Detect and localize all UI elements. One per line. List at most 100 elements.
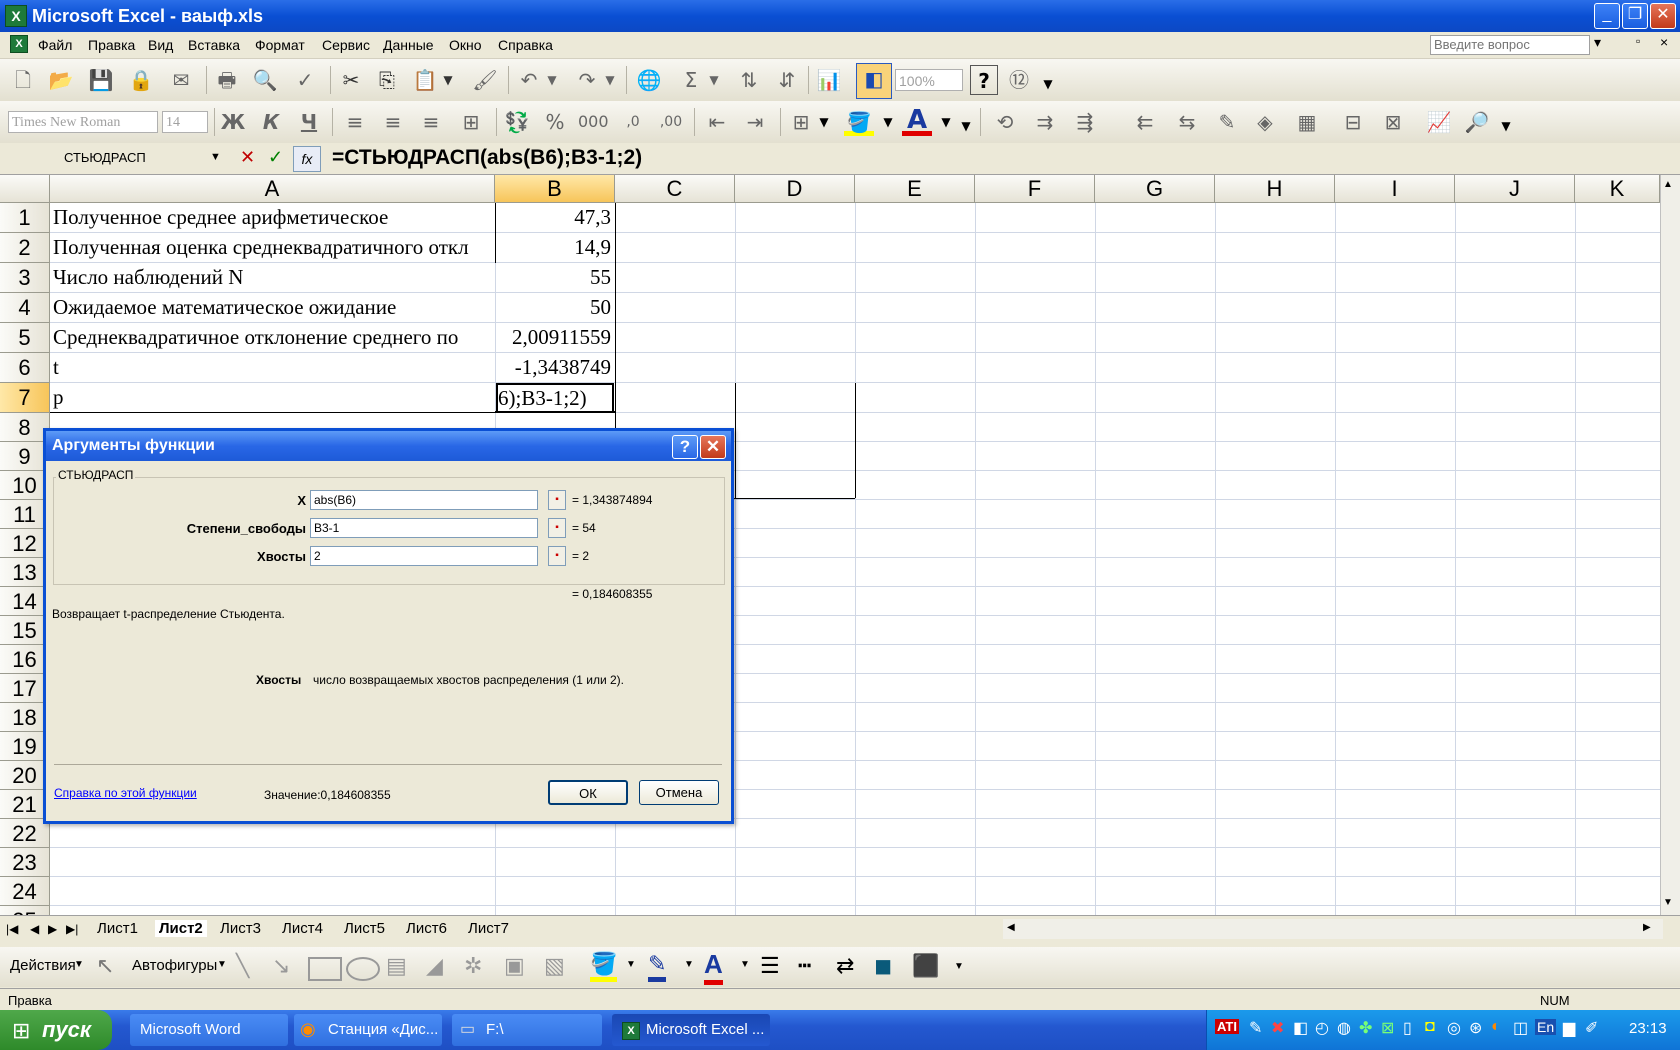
print-preview-icon[interactable]: 🔍	[250, 65, 280, 95]
column-header-a[interactable]: A	[50, 175, 495, 203]
font-color-icon[interactable]: A	[902, 105, 932, 136]
sheet-tab[interactable]: Лист6	[406, 920, 447, 937]
chart-icon[interactable]: 📈	[1424, 107, 1454, 137]
redo-dropdown-icon[interactable]: ▼	[602, 65, 618, 95]
font-size-combo[interactable]: 14	[162, 111, 208, 133]
save-icon[interactable]: 💾	[86, 65, 116, 95]
tray-icon[interactable]: ▯	[1403, 1018, 1412, 1038]
dash-style-icon[interactable]: ┅	[798, 953, 811, 979]
column-header-i[interactable]: I	[1335, 175, 1455, 203]
currency-icon[interactable]: 💱	[502, 107, 532, 137]
sort-descending-icon[interactable]: ⇵	[772, 65, 802, 95]
bold-button[interactable]: Ж	[218, 107, 248, 137]
taskbar-station[interactable]: Станция «Дис...	[294, 1014, 442, 1046]
evaluate-formula-icon[interactable]: ⊠	[1378, 107, 1408, 137]
shadow-icon[interactable]: ◼	[874, 953, 892, 979]
comment-icon[interactable]: ✎	[1212, 107, 1242, 137]
tray-icon[interactable]: ◐	[1491, 1018, 1501, 1036]
menu-edit[interactable]: Правка	[88, 37, 135, 53]
clipart-icon[interactable]: ▣	[504, 953, 525, 979]
ok-button[interactable]: ОК	[548, 780, 628, 805]
tray-icon[interactable]: ◧	[1293, 1018, 1308, 1038]
zoom-combo[interactable]: 100%	[895, 69, 963, 91]
cell-a7[interactable]: p	[53, 383, 493, 413]
rectangle-icon[interactable]	[308, 957, 342, 981]
fill-color-dropdown-icon[interactable]: ▼	[880, 107, 896, 137]
last-sheet-icon[interactable]: ▶|	[66, 922, 78, 936]
arg-df-input[interactable]	[310, 518, 538, 538]
sheet-tab[interactable]: Лист3	[220, 920, 261, 937]
prev-sheet-icon[interactable]: ◀	[30, 922, 39, 936]
tray-icon[interactable]: ◫	[1513, 1018, 1528, 1038]
taskbar-word[interactable]: Microsoft Word	[130, 1014, 288, 1046]
font-color-draw-dropdown-icon[interactable]: ▼	[740, 959, 750, 970]
tray-icon[interactable]: ✖	[1271, 1018, 1284, 1038]
close-button[interactable]: ✕	[1650, 3, 1676, 29]
column-header-g[interactable]: G	[1095, 175, 1215, 203]
cell-a5[interactable]: Среднеквадратичное отклонение среднего п…	[53, 323, 493, 353]
print-icon[interactable]: 🖶	[212, 65, 242, 95]
scroll-right-icon[interactable]: ▶	[1643, 922, 1651, 933]
paste-icon[interactable]: 📋	[410, 65, 440, 95]
column-header-k[interactable]: K	[1575, 175, 1660, 203]
open-icon[interactable]: 📂	[46, 65, 76, 95]
autosum-dropdown-icon[interactable]: ▼	[706, 65, 722, 95]
trace-error-icon[interactable]: ⇇	[1130, 107, 1160, 137]
sheet-tab-active[interactable]: Лист2	[155, 920, 207, 937]
clear-circles-icon[interactable]: ▦	[1292, 107, 1322, 137]
insert-function-button[interactable]: fx	[293, 146, 321, 172]
hyperlink-icon[interactable]: 🌐	[634, 65, 664, 95]
new-icon[interactable]: 🗋	[8, 65, 38, 95]
tray-icon[interactable]: ✤	[1359, 1018, 1372, 1038]
line-style-icon[interactable]: ☰	[760, 953, 780, 979]
textbox-icon[interactable]: ▤	[386, 953, 407, 979]
cell-a1[interactable]: Полученное среднее арифметическое	[53, 203, 493, 233]
cell-b5[interactable]: 2,00911559	[497, 323, 611, 353]
zoom-icon[interactable]: 🔎	[1462, 107, 1492, 137]
row-header[interactable]: 2	[0, 233, 50, 263]
cell-a4[interactable]: Ожидаемое математическое ожидание	[53, 293, 493, 323]
doc-restore-icon[interactable]: ▫	[1636, 34, 1640, 48]
row-header[interactable]: 6	[0, 353, 50, 383]
maximize-button[interactable]: ❐	[1622, 3, 1648, 29]
column-header-j[interactable]: J	[1455, 175, 1575, 203]
tray-icon[interactable]: ✎	[1249, 1018, 1262, 1038]
align-center-icon[interactable]: ≡	[378, 107, 408, 137]
underline-button[interactable]: Ч	[294, 107, 324, 137]
tray-icon[interactable]: ▆	[1563, 1018, 1575, 1038]
cell-b6[interactable]: -1,3438749	[497, 353, 611, 383]
scroll-left-icon[interactable]: ◀	[1007, 922, 1015, 933]
cell-b1[interactable]: 47,3	[497, 203, 611, 233]
select-objects-icon[interactable]: ↖	[96, 953, 114, 979]
menu-format[interactable]: Формат	[255, 37, 305, 53]
ati-tray-icon[interactable]: ATI	[1215, 1019, 1239, 1034]
actions-dropdown-icon[interactable]: ▼	[74, 959, 84, 970]
fill-color-draw-dropdown-icon[interactable]: ▼	[626, 959, 636, 970]
column-header-d[interactable]: D	[735, 175, 855, 203]
column-header-e[interactable]: E	[855, 175, 975, 203]
autosum-icon[interactable]: Σ	[676, 65, 706, 95]
cell-b4[interactable]: 50	[497, 293, 611, 323]
column-header-b[interactable]: B	[495, 175, 615, 203]
cell-b2[interactable]: 14,9	[497, 233, 611, 263]
scroll-down-icon[interactable]: ▼	[1663, 897, 1673, 908]
drawing-options-icon[interactable]: ▼	[954, 961, 964, 972]
cut-icon[interactable]: ✂	[336, 65, 366, 95]
enter-formula-button[interactable]: ✓	[268, 147, 283, 168]
merge-center-icon[interactable]: ⊞	[456, 107, 486, 137]
undo-dropdown-icon[interactable]: ▼	[544, 65, 560, 95]
row-header[interactable]: 23	[0, 848, 50, 877]
row-header[interactable]: 4	[0, 293, 50, 323]
line-color-icon[interactable]: ✎	[648, 951, 667, 982]
sheet-tab[interactable]: Лист5	[344, 920, 385, 937]
thousands-button[interactable]: 000	[578, 107, 609, 137]
doc-close-icon[interactable]: ×	[1660, 34, 1668, 50]
tray-icon[interactable]: ✐	[1585, 1018, 1598, 1038]
paste-dropdown-icon[interactable]: ▼	[440, 65, 456, 95]
font-color-draw-icon[interactable]: A	[704, 949, 723, 985]
sort-ascending-icon[interactable]: ⇅	[734, 65, 764, 95]
horizontal-scrollbar[interactable]: ◀ ▶	[1003, 919, 1663, 939]
help-icon[interactable]: ?	[970, 65, 998, 95]
sheet-tab[interactable]: Лист7	[468, 920, 509, 937]
tray-icon[interactable]: ◴	[1315, 1018, 1329, 1038]
